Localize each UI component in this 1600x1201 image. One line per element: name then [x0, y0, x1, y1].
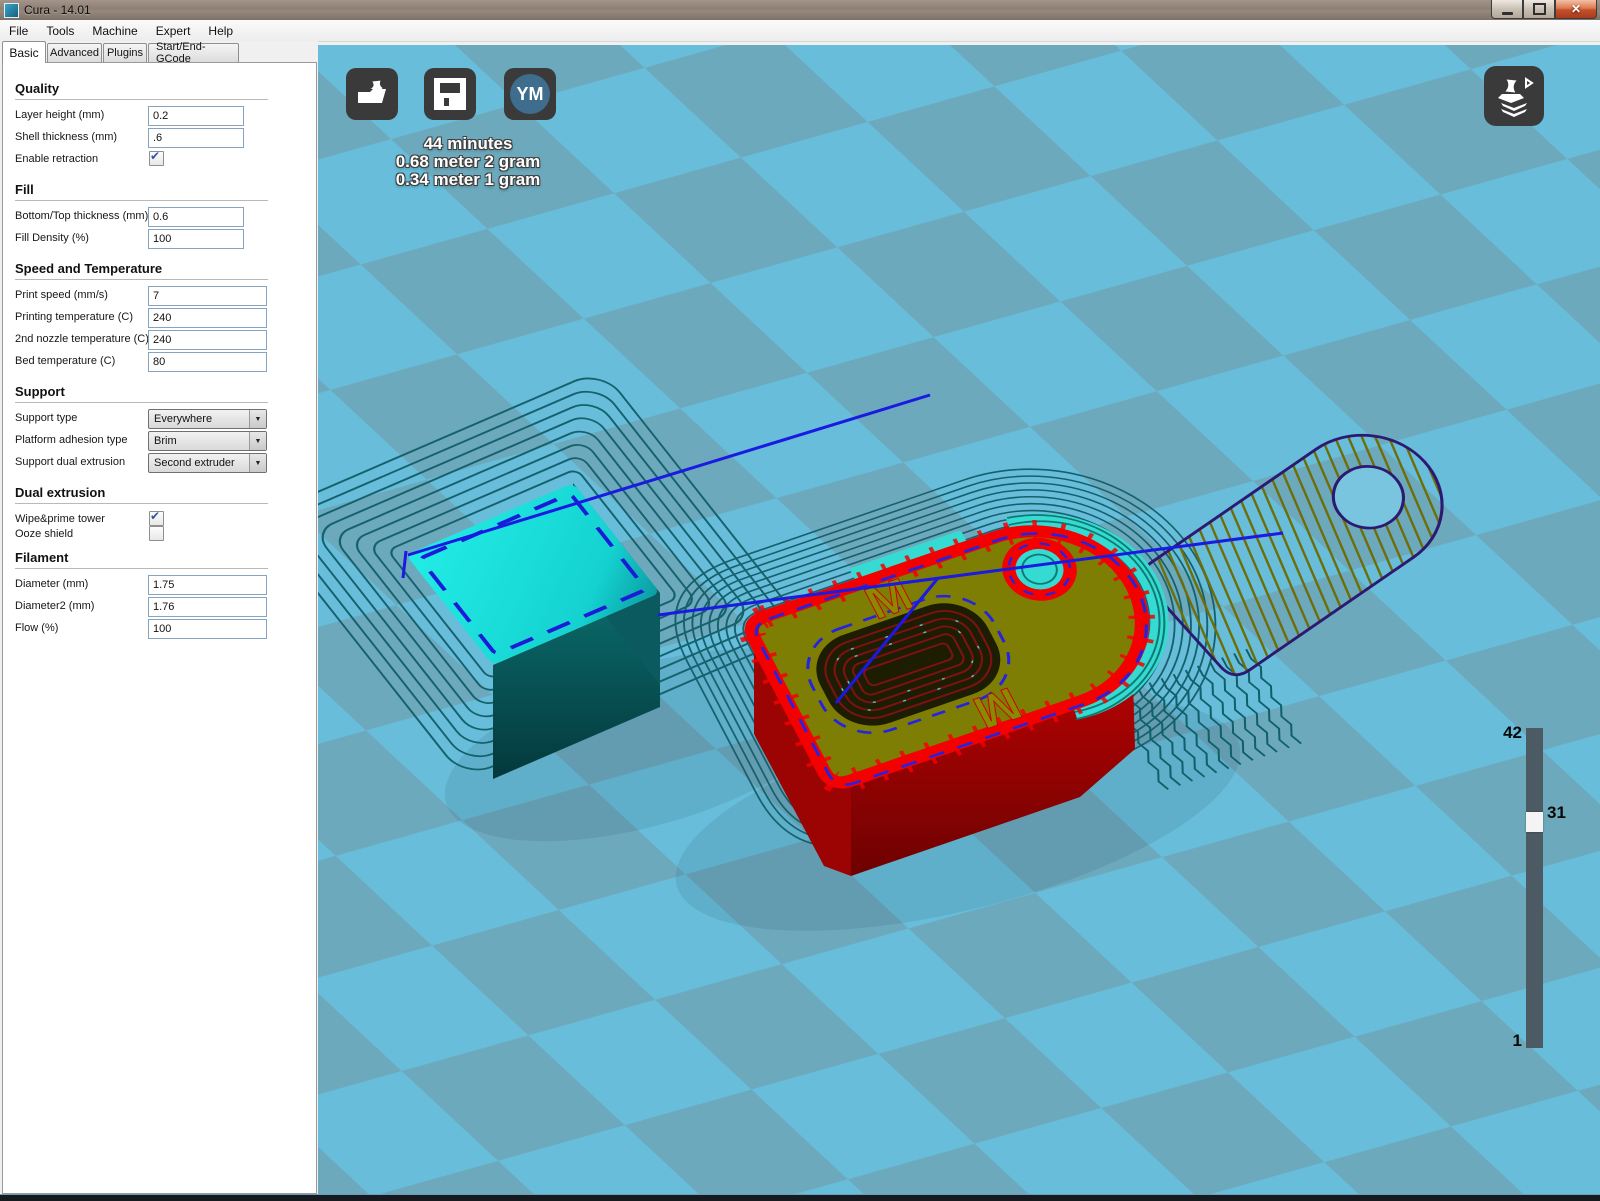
- minimize-icon: [1502, 12, 1513, 15]
- layer-slider-track[interactable]: [1526, 728, 1543, 1048]
- bottom-top-thickness-label: Bottom/Top thickness (mm): [15, 210, 148, 222]
- support-type-dropdown[interactable]: Everywhere ▼: [148, 409, 267, 429]
- print-speed-label: Print speed (mm/s): [15, 289, 108, 301]
- layer-height-label: Layer height (mm): [15, 109, 104, 121]
- diameter2-label: Diameter2 (mm): [15, 600, 94, 612]
- save-toolpath-button[interactable]: [424, 68, 476, 120]
- print-statistics: 44 minutes 0.68 meter 2 gram 0.34 meter …: [328, 135, 608, 189]
- nozzle2-temperature-input[interactable]: [148, 330, 267, 350]
- platform-adhesion-dropdown[interactable]: Brim ▼: [148, 431, 267, 451]
- section-speed-temperature: Speed and Temperature: [15, 261, 268, 280]
- flow-input[interactable]: [148, 619, 267, 639]
- diameter-input[interactable]: [148, 575, 267, 595]
- close-button[interactable]: ✕: [1555, 0, 1597, 19]
- diameter-label: Diameter (mm): [15, 578, 88, 590]
- platform-adhesion-label: Platform adhesion type: [15, 434, 128, 446]
- app-icon: [4, 3, 19, 18]
- support-dual-extrusion-dropdown[interactable]: Second extruder ▼: [148, 453, 267, 473]
- shell-thickness-input[interactable]: [148, 128, 244, 148]
- section-dual-extrusion: Dual extrusion: [15, 485, 268, 504]
- menu-help[interactable]: Help: [199, 22, 242, 40]
- bed-temperature-input[interactable]: [148, 352, 267, 372]
- menu-machine[interactable]: Machine: [83, 22, 146, 40]
- layers-view-icon: [1492, 74, 1536, 118]
- printing-temperature-input[interactable]: [148, 308, 267, 328]
- load-model-icon: [354, 76, 390, 112]
- diameter2-input[interactable]: [148, 597, 267, 617]
- check-icon: ✔: [150, 149, 160, 163]
- 3d-viewport[interactable]: M M: [318, 45, 1600, 1194]
- menu-bar: File Tools Machine Expert Help: [0, 20, 1600, 42]
- shell-thickness-label: Shell thickness (mm): [15, 131, 117, 143]
- print-speed-input[interactable]: [148, 286, 267, 306]
- material-extruder2: 0.34 meter 1 gram: [328, 171, 608, 189]
- support-dual-extrusion-label: Support dual extrusion: [15, 456, 125, 468]
- bed-temperature-label: Bed temperature (C): [15, 355, 115, 367]
- support-type-value: Everywhere: [154, 413, 212, 425]
- close-icon: ✕: [1571, 2, 1581, 16]
- window-title: Cura - 14.01: [24, 3, 91, 17]
- minimize-button[interactable]: [1491, 0, 1523, 19]
- tab-plugins[interactable]: Plugins: [103, 43, 147, 62]
- check-icon: ✔: [150, 509, 160, 523]
- nozzle2-temperature-label: 2nd nozzle temperature (C): [15, 333, 149, 345]
- section-quality: Quality: [15, 81, 268, 100]
- chevron-down-icon: ▼: [249, 454, 266, 472]
- platform-adhesion-value: Brim: [154, 435, 177, 447]
- layer-height-input[interactable]: [148, 106, 244, 126]
- save-icon: [433, 77, 467, 111]
- wipe-prime-tower-label: Wipe&prime tower: [15, 513, 105, 525]
- layer-slider-handle[interactable]: [1526, 812, 1543, 832]
- tab-advanced[interactable]: Advanced: [47, 43, 102, 62]
- enable-retraction-label: Enable retraction: [15, 153, 98, 165]
- flow-label: Flow (%): [15, 622, 58, 634]
- material-extruder1: 0.68 meter 2 gram: [328, 153, 608, 171]
- section-support: Support: [15, 384, 268, 403]
- settings-panel: Quality Layer height (mm) Shell thicknes…: [2, 62, 317, 1194]
- fill-density-label: Fill Density (%): [15, 232, 89, 244]
- support-type-label: Support type: [15, 412, 77, 424]
- wipe-prime-tower-checkbox[interactable]: ✔: [149, 511, 164, 526]
- title-bar[interactable]: Cura - 14.01 ✕: [0, 0, 1600, 21]
- section-fill: Fill: [15, 182, 268, 201]
- settings-tabs: Basic Advanced Plugins Start/End-GCode: [0, 41, 318, 62]
- ooze-shield-label: Ooze shield: [15, 528, 73, 540]
- printing-temperature-label: Printing temperature (C): [15, 311, 133, 323]
- fill-density-input[interactable]: [148, 229, 244, 249]
- menu-file[interactable]: File: [0, 22, 37, 40]
- layer-current-label: 31: [1547, 803, 1566, 823]
- restore-button[interactable]: [1523, 0, 1555, 19]
- bottom-top-thickness-input[interactable]: [148, 207, 244, 227]
- tab-basic[interactable]: Basic: [2, 41, 46, 63]
- 3d-viewport-scene[interactable]: M M: [318, 45, 1600, 1194]
- menu-tools[interactable]: Tools: [37, 22, 83, 40]
- layer-min-label: 1: [1496, 1031, 1522, 1051]
- chevron-down-icon: ▼: [249, 432, 266, 450]
- enable-retraction-checkbox[interactable]: ✔: [149, 151, 164, 166]
- chevron-down-icon: ▼: [249, 410, 266, 428]
- section-filament: Filament: [15, 550, 268, 569]
- load-model-button[interactable]: [346, 68, 398, 120]
- menu-expert[interactable]: Expert: [147, 22, 200, 40]
- restore-icon: [1533, 3, 1546, 15]
- support-dual-extrusion-value: Second extruder: [154, 457, 235, 469]
- layer-max-label: 42: [1496, 723, 1522, 743]
- print-time: 44 minutes: [328, 135, 608, 153]
- view-mode-button[interactable]: [1484, 66, 1544, 126]
- youmagine-logo-icon: YM: [510, 74, 550, 114]
- tab-start-end-gcode[interactable]: Start/End-GCode: [148, 43, 239, 62]
- cura-window: Cura - 14.01 ✕ File Tools Machine Expert…: [0, 0, 1600, 1200]
- share-youmagine-button[interactable]: YM: [504, 68, 556, 120]
- ooze-shield-checkbox[interactable]: ✔: [149, 526, 164, 541]
